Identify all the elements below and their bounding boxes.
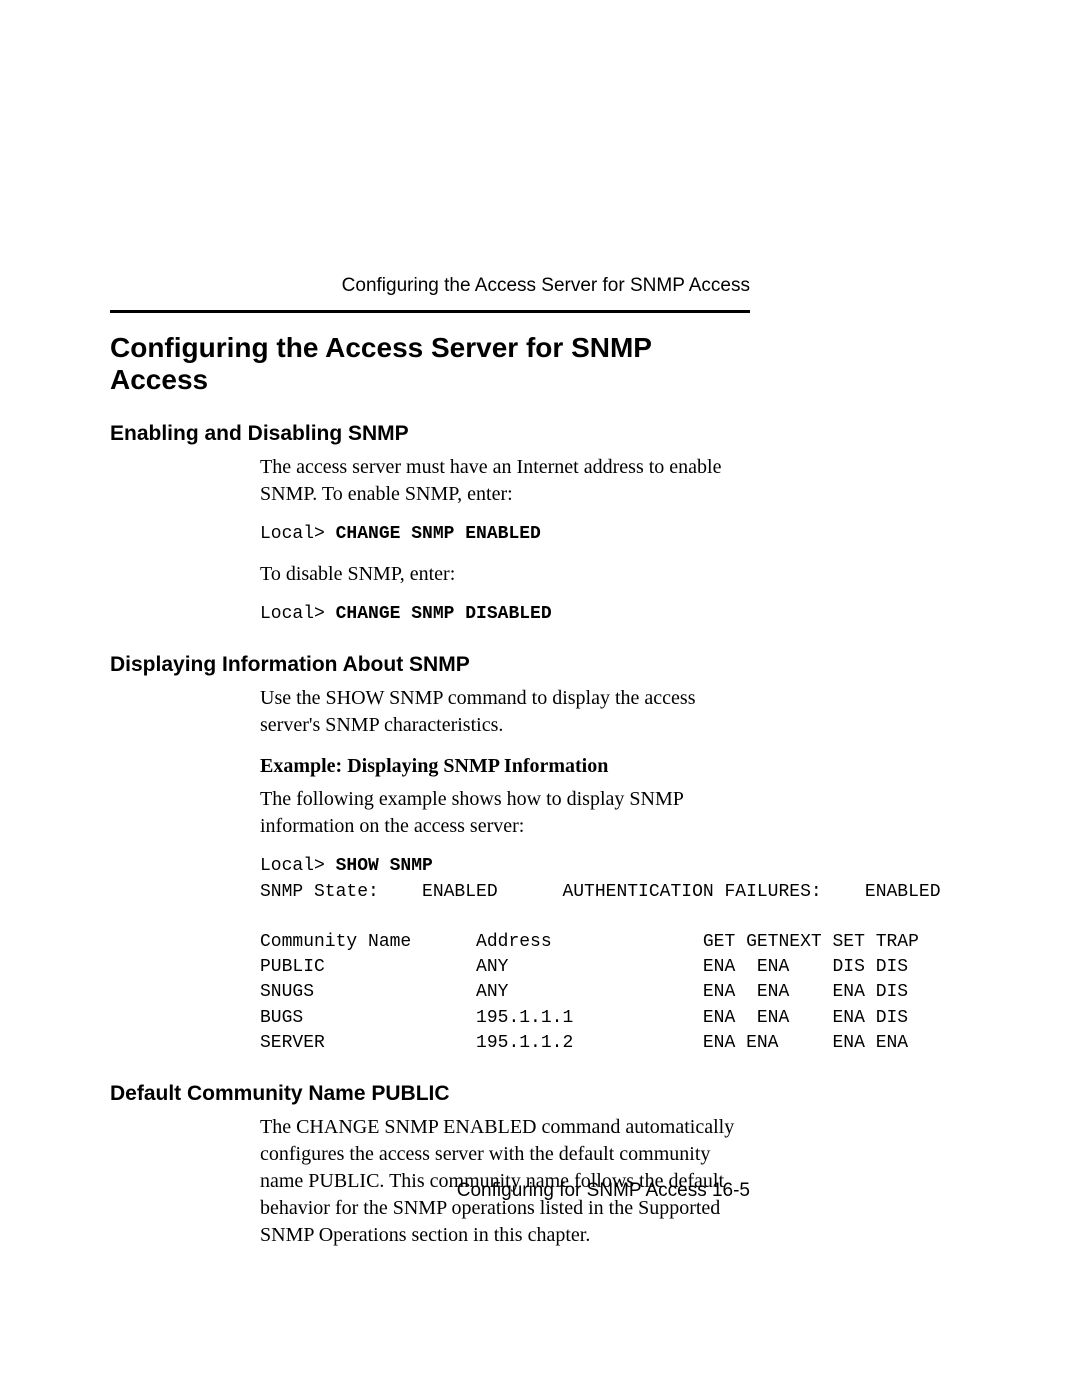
content-area: Configuring the Access Server for SNMP A… bbox=[110, 320, 750, 1255]
code-block-enable: Local> CHANGE SNMP ENABLED bbox=[260, 522, 750, 547]
prompt: Local> bbox=[260, 604, 336, 624]
prompt: Local> bbox=[260, 524, 336, 544]
command: SHOW SNMP bbox=[336, 856, 433, 876]
command: CHANGE SNMP DISABLED bbox=[336, 604, 552, 624]
paragraph: Use the SHOW SNMP command to display the… bbox=[260, 685, 750, 739]
body-block-2: Use the SHOW SNMP command to display the… bbox=[260, 685, 750, 1056]
horizontal-rule bbox=[110, 310, 750, 313]
page-footer: Configuring for SNMP Access 16-5 bbox=[457, 1180, 750, 1202]
command-output: SNMP State: ENABLED AUTHENTICATION FAILU… bbox=[260, 882, 941, 1053]
prompt: Local> bbox=[260, 856, 336, 876]
code-block-disable: Local> CHANGE SNMP DISABLED bbox=[260, 602, 750, 627]
heading-displaying-info: Displaying Information About SNMP bbox=[110, 653, 750, 677]
example-heading: Example: Displaying SNMP Information bbox=[260, 753, 750, 780]
document-page: Configuring the Access Server for SNMP A… bbox=[0, 0, 1080, 1397]
paragraph: To disable SNMP, enter: bbox=[260, 561, 750, 588]
code-block-show-snmp: Local> SHOW SNMP SNMP State: ENABLED AUT… bbox=[260, 854, 750, 1056]
section-title: Configuring the Access Server for SNMP A… bbox=[110, 332, 750, 396]
body-block-1: The access server must have an Internet … bbox=[260, 454, 750, 627]
paragraph: The access server must have an Internet … bbox=[260, 454, 750, 508]
running-header: Configuring the Access Server for SNMP A… bbox=[342, 275, 750, 297]
heading-default-community: Default Community Name PUBLIC bbox=[110, 1082, 750, 1106]
heading-enabling-disabling-snmp: Enabling and Disabling SNMP bbox=[110, 422, 750, 446]
paragraph: The following example shows how to displ… bbox=[260, 786, 750, 840]
command: CHANGE SNMP ENABLED bbox=[336, 524, 541, 544]
